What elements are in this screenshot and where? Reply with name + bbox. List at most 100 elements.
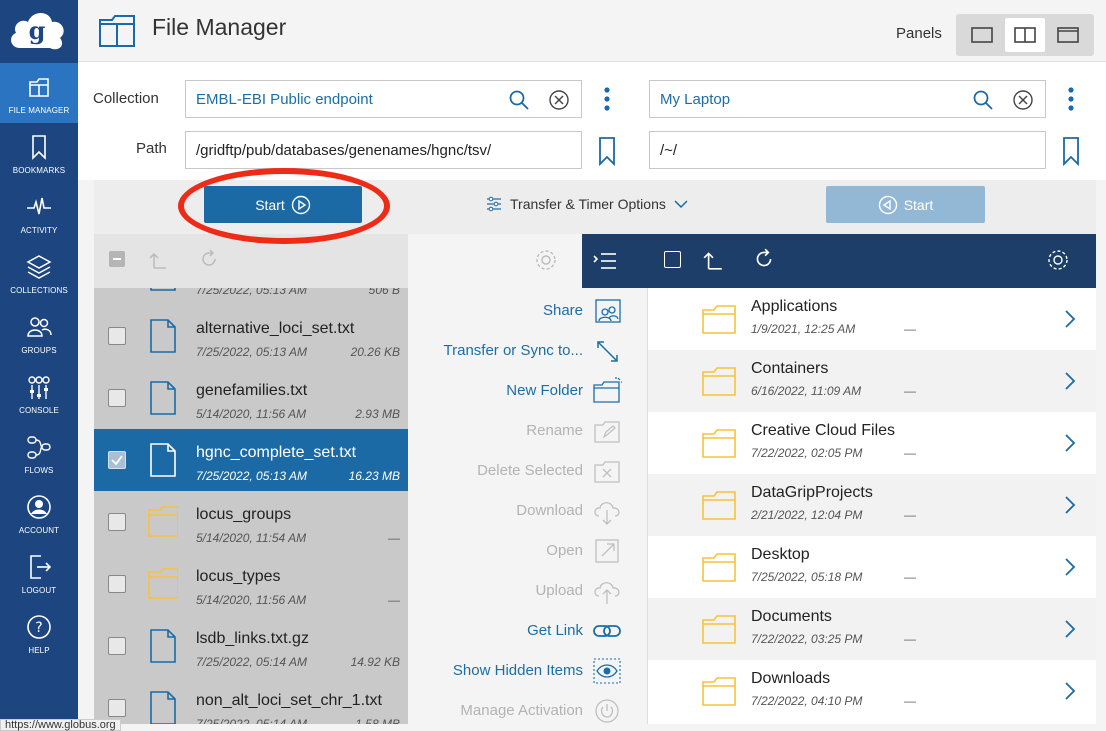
right-path-field[interactable]: /~/ (649, 131, 1046, 169)
left-file-row[interactable]: genefamilies.txt 5/14/2020, 11:56 AM 2.93 … (94, 367, 408, 429)
left-path-field[interactable]: /gridftp/pub/databases/genenames/hgnc/ts… (185, 131, 582, 169)
download-icon (594, 502, 620, 525)
action-label: Upload (535, 582, 583, 599)
right-folder-row[interactable]: DataGripProjects 2/21/2022, 12:04 PM — (648, 474, 1096, 536)
left-file-row[interactable]: 7/25/2022, 05:13 AM 506 B (94, 288, 408, 305)
left-file-row[interactable]: alternative_loci_set.txt 7/25/2022, 05:13… (94, 305, 408, 367)
right-collection-menu-icon[interactable] (1067, 86, 1075, 112)
right-select-all-checkbox[interactable] (664, 251, 681, 268)
vertical-panel-button[interactable] (1048, 18, 1088, 52)
up-folder-icon[interactable] (702, 249, 724, 271)
folder-icon (148, 506, 178, 537)
row-checkbox[interactable] (108, 451, 126, 469)
row-checkbox[interactable] (108, 637, 126, 655)
row-checkbox[interactable] (108, 575, 126, 593)
folder-size: — (904, 384, 916, 398)
chevron-right-icon[interactable] (1064, 681, 1076, 701)
refresh-icon[interactable] (752, 247, 776, 271)
collapse-menu-icon[interactable] (592, 250, 618, 272)
transfer-options-label: Transfer & Timer Options (510, 196, 666, 212)
sidebar-item-collections[interactable]: Collections (0, 243, 78, 303)
globus-logo-icon[interactable]: g (6, 6, 68, 56)
chevron-right-icon[interactable] (1064, 557, 1076, 577)
file-icon (150, 381, 176, 415)
sidebar-item-bookmarks[interactable]: Bookmarks (0, 123, 78, 183)
folder-date: 6/16/2022, 11:09 AM (751, 384, 862, 398)
chevron-right-icon[interactable] (1064, 309, 1076, 329)
left-panel-toolbar (94, 234, 556, 288)
start-right-label: Start (903, 196, 934, 213)
right-folder-row[interactable]: Containers 6/16/2022, 11:09 AM — (648, 350, 1096, 412)
right-collection-field[interactable]: My Laptop (649, 80, 1046, 118)
left-file-row[interactable]: locus_types 5/14/2020, 11:56 AM — (94, 553, 408, 615)
sidebar-item-label: Logout (21, 586, 57, 595)
search-icon[interactable] (508, 89, 530, 111)
search-icon[interactable] (972, 89, 994, 111)
left-collection-menu-icon[interactable] (603, 86, 611, 112)
left-file-row[interactable]: locus_groups 5/14/2020, 11:54 AM — (94, 491, 408, 553)
left-file-row[interactable]: lsdb_links.txt.gz 7/25/2022, 05:14 AM 14.9… (94, 615, 408, 677)
chevron-right-icon[interactable] (1064, 371, 1076, 391)
sidebar-item-logout[interactable]: Logout (0, 543, 78, 603)
groups-icon (27, 317, 52, 337)
left-bookmark-icon[interactable] (598, 136, 616, 166)
folder-size: — (904, 694, 916, 708)
folder-name: Downloads (751, 670, 831, 687)
row-checkbox[interactable] (108, 389, 126, 407)
settings-gear-icon[interactable] (534, 248, 558, 272)
play-reverse-icon (878, 195, 897, 214)
file-size: 506 B (368, 288, 400, 297)
upload-icon (594, 582, 620, 604)
right-folder-row[interactable]: Documents 7/22/2022, 03:25 PM — (648, 598, 1096, 660)
svg-text:g: g (29, 16, 46, 45)
refresh-icon[interactable] (198, 248, 220, 270)
left-collection-value: EMBL-EBI Public endpoint (196, 91, 373, 108)
open-icon (595, 539, 619, 563)
right-folder-row[interactable]: Creative Cloud Files 7/22/2022, 02:05 PM — (648, 412, 1096, 474)
collections-icon (26, 255, 52, 279)
row-checkbox[interactable] (108, 327, 126, 345)
sidebar-item-console[interactable]: Console (0, 363, 78, 423)
folder-date: 7/22/2022, 04:10 PM (751, 694, 863, 708)
clear-icon[interactable] (548, 89, 570, 111)
settings-gear-icon[interactable] (1046, 248, 1070, 272)
start-transfer-button[interactable]: Start (204, 186, 362, 223)
left-file-row[interactable]: non_alt_loci_set_chr_1.txt 7/25/2022, 05:… (94, 677, 408, 724)
left-file-row[interactable]: hgnc_complete_set.txt 7/25/2022, 05:13 AM… (94, 429, 408, 491)
row-checkbox[interactable] (108, 699, 126, 717)
sidebar-item-file-manager[interactable]: File Manager (0, 63, 78, 123)
up-folder-icon[interactable] (148, 250, 168, 270)
select-all-checkbox[interactable] (109, 251, 125, 267)
sidebar-item-label: Flows (24, 466, 54, 475)
folder-name: Applications (751, 298, 838, 315)
delete-icon (594, 461, 620, 483)
sidebar-item-help[interactable]: ? Help (0, 603, 78, 663)
right-path-value: /~/ (660, 142, 678, 159)
transfer-timer-options-toggle[interactable]: Transfer & Timer Options (486, 196, 688, 212)
chevron-right-icon[interactable] (1064, 619, 1076, 639)
file-size: 20.26 KB (350, 345, 400, 359)
action-label: Open (546, 542, 583, 559)
chevron-right-icon[interactable] (1064, 495, 1076, 515)
left-collection-field[interactable]: EMBL-EBI Public endpoint (185, 80, 582, 118)
file-size: 16.23 MB (348, 469, 400, 483)
transfer-icon (597, 341, 618, 362)
single-panel-button[interactable] (962, 18, 1002, 52)
right-folder-row[interactable]: Applications 1/9/2021, 12:25 AM — (648, 288, 1096, 350)
left-path-value: /gridftp/pub/databases/genenames/hgnc/ts… (196, 142, 492, 159)
sidebar-item-flows[interactable]: Flows (0, 423, 78, 483)
chevron-right-icon[interactable] (1064, 433, 1076, 453)
clear-icon[interactable] (1012, 89, 1034, 111)
right-bookmark-icon[interactable] (1062, 136, 1080, 166)
row-checkbox[interactable] (108, 513, 126, 531)
file-size: 1.58 MB (355, 717, 400, 724)
dual-panel-button[interactable] (1004, 18, 1045, 52)
right-folder-row[interactable]: Downloads 7/22/2022, 04:10 PM — (648, 660, 1096, 722)
chevron-down-icon (674, 200, 688, 209)
sidebar-item-account[interactable]: Account (0, 483, 78, 543)
right-folder-row[interactable]: Desktop 7/25/2022, 05:18 PM — (648, 536, 1096, 598)
sidebar-item-groups[interactable]: Groups (0, 303, 78, 363)
sidebar-item-activity[interactable]: Activity (0, 183, 78, 243)
file-date: 5/14/2020, 11:56 AM (196, 407, 307, 421)
start-transfer-right-button[interactable]: Start (826, 186, 985, 223)
